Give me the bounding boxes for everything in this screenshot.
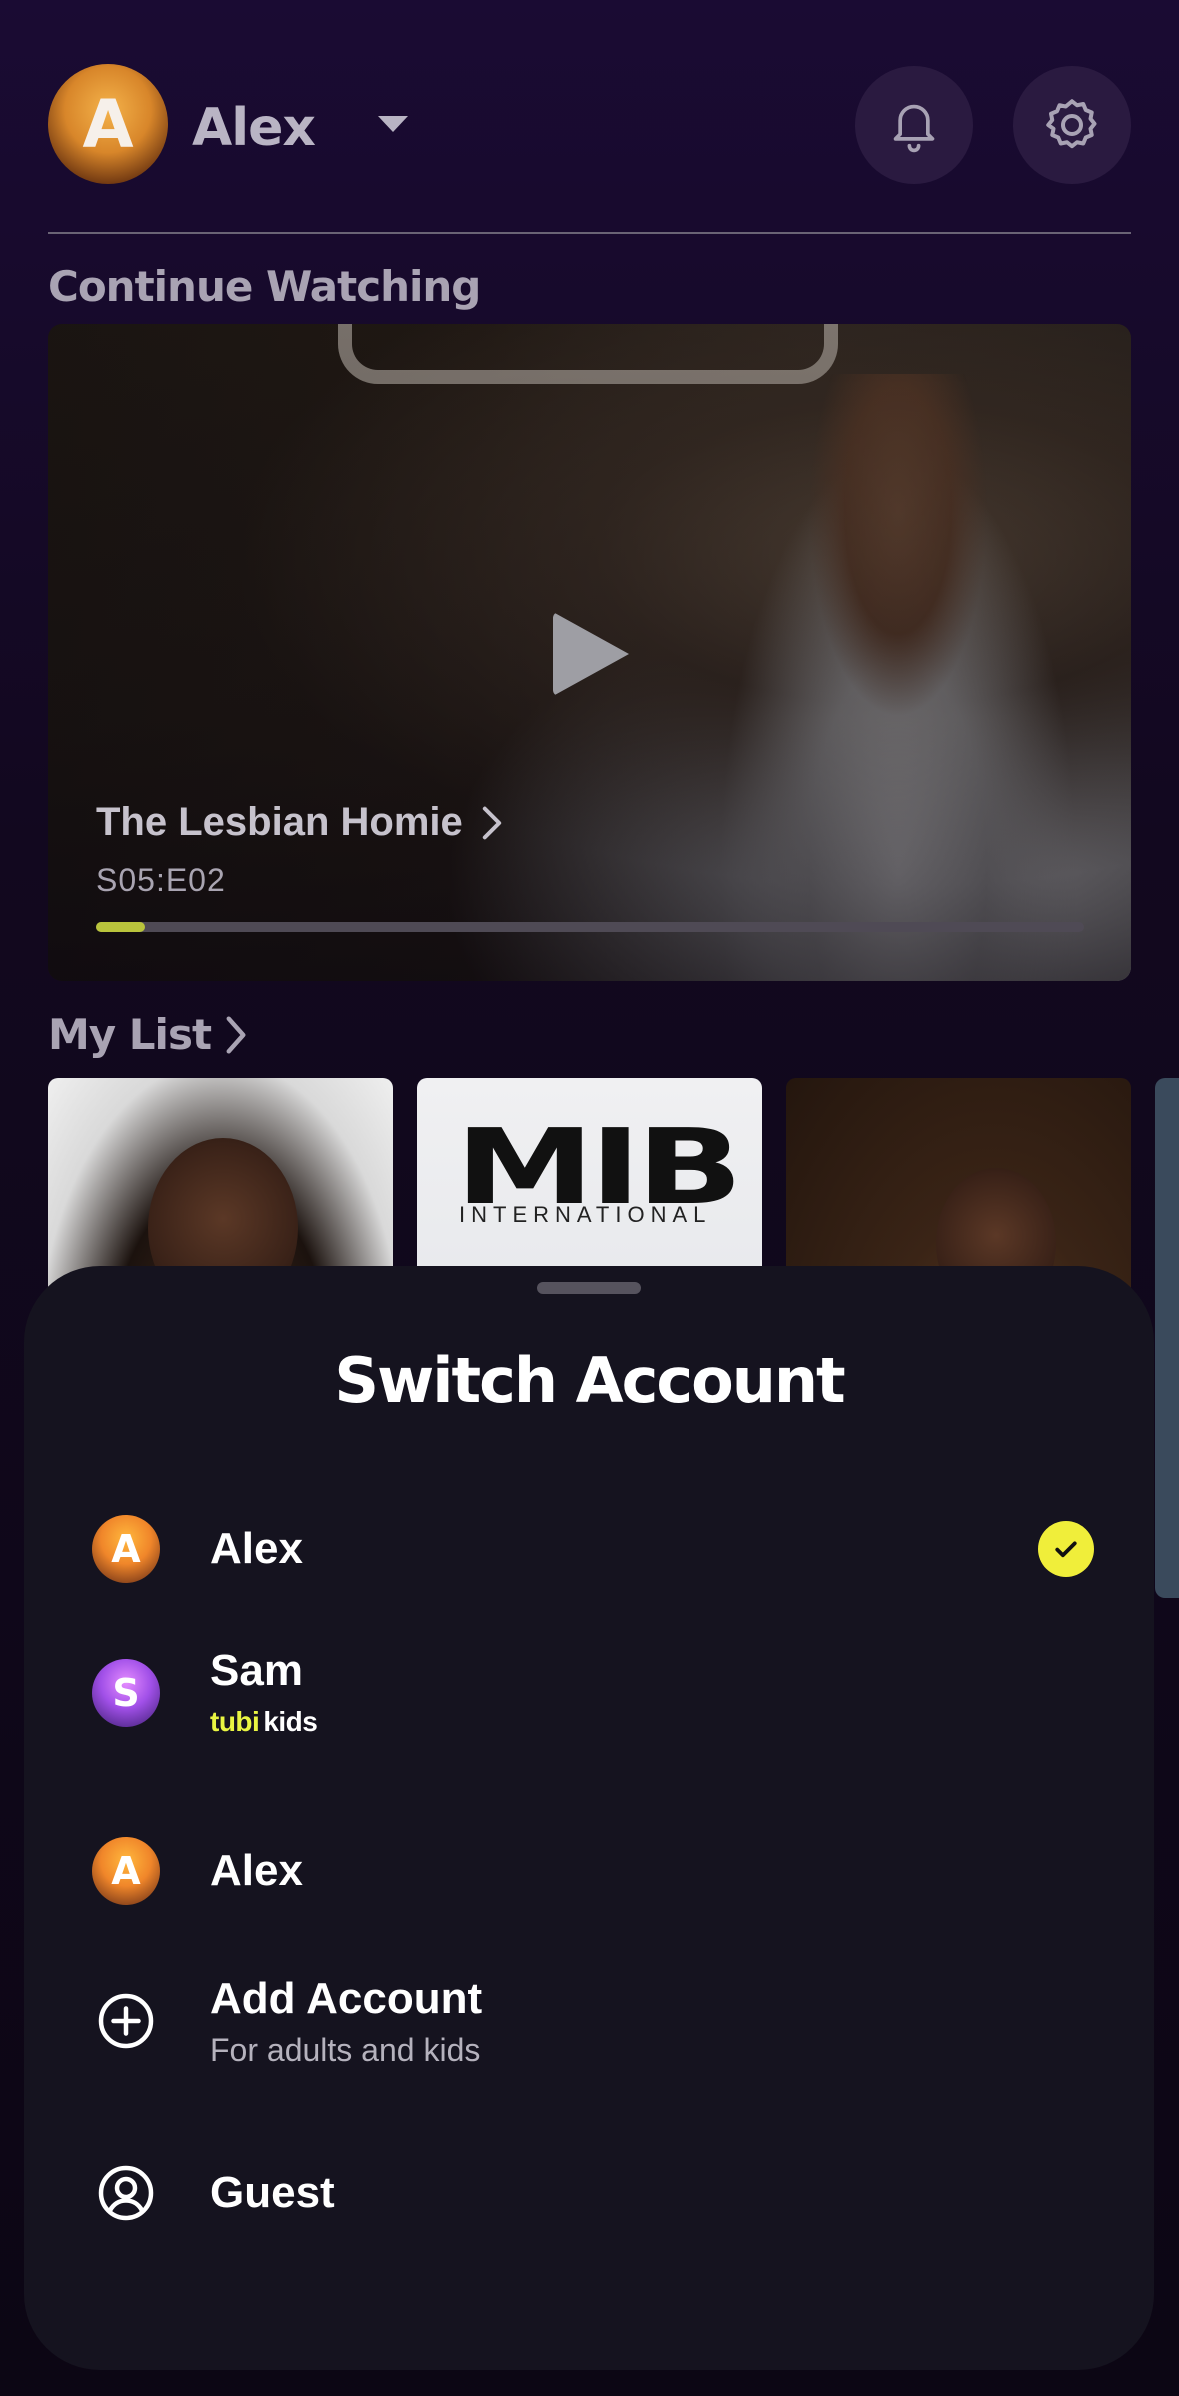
switch-account-sheet: Switch Account A Alex S Sam tubi kids A A… xyxy=(24,1266,1154,2370)
profile-avatar[interactable]: A xyxy=(48,64,168,184)
plus-circle-icon xyxy=(98,1993,154,2049)
show-title: The Lesbian Homie xyxy=(96,800,463,844)
account-avatar: A xyxy=(92,1837,160,1905)
user-circle-icon xyxy=(98,2165,154,2221)
chevron-right-icon xyxy=(226,1015,246,1054)
account-avatar: S xyxy=(92,1659,160,1727)
header-divider xyxy=(48,232,1131,234)
account-name: Alex xyxy=(210,1524,303,1573)
chevron-right-icon xyxy=(482,806,501,839)
progress-fill xyxy=(96,922,146,932)
account-row-alex-2[interactable]: A Alex xyxy=(92,1806,1094,1936)
progress-bar xyxy=(96,922,1084,932)
my-list-poster[interactable] xyxy=(1155,1078,1179,1598)
tubi-kids-badge: tubi kids xyxy=(210,1706,318,1737)
gear-icon xyxy=(1046,99,1097,149)
show-title-link[interactable]: The Lesbian Homie xyxy=(96,800,503,845)
guest-label: Guest xyxy=(210,2168,335,2217)
my-list-link[interactable]: My List xyxy=(48,1010,247,1059)
sheet-drag-handle[interactable] xyxy=(537,1282,641,1294)
settings-button[interactable] xyxy=(1013,66,1131,184)
add-account-sub: For adults and kids xyxy=(210,2032,481,2068)
sheet-title: Switch Account xyxy=(334,1344,845,1417)
account-name: Alex xyxy=(210,1846,303,1895)
selected-check-icon xyxy=(1038,1521,1094,1577)
notifications-button[interactable] xyxy=(855,66,973,184)
app-screen: A Alex Continue Watching The Lesbian Hom… xyxy=(0,0,1179,2396)
account-row-alex[interactable]: A Alex xyxy=(92,1484,1094,1614)
account-avatar: A xyxy=(92,1515,160,1583)
continue-watching-card[interactable]: The Lesbian Homie S05:E02 xyxy=(48,324,1131,981)
episode-label: S05:E02 xyxy=(96,862,226,898)
header: A Alex xyxy=(48,64,1131,186)
chevron-down-icon[interactable] xyxy=(378,116,408,132)
continue-watching-title: Continue Watching xyxy=(48,262,481,311)
account-row-sam[interactable]: S Sam tubi kids xyxy=(92,1628,1094,1758)
add-account-label: Add Account xyxy=(210,1974,483,2023)
poster-subtitle: INTERNATIONAL xyxy=(459,1202,712,1227)
guest-row[interactable]: Guest xyxy=(92,2128,1094,2258)
play-icon[interactable] xyxy=(553,612,629,696)
add-account-row[interactable]: Add Account For adults and kids xyxy=(92,1956,1094,2086)
account-name: Sam xyxy=(210,1646,303,1695)
my-list-title: My List xyxy=(48,1010,212,1059)
bell-icon xyxy=(893,104,935,153)
profile-name[interactable]: Alex xyxy=(192,98,316,158)
